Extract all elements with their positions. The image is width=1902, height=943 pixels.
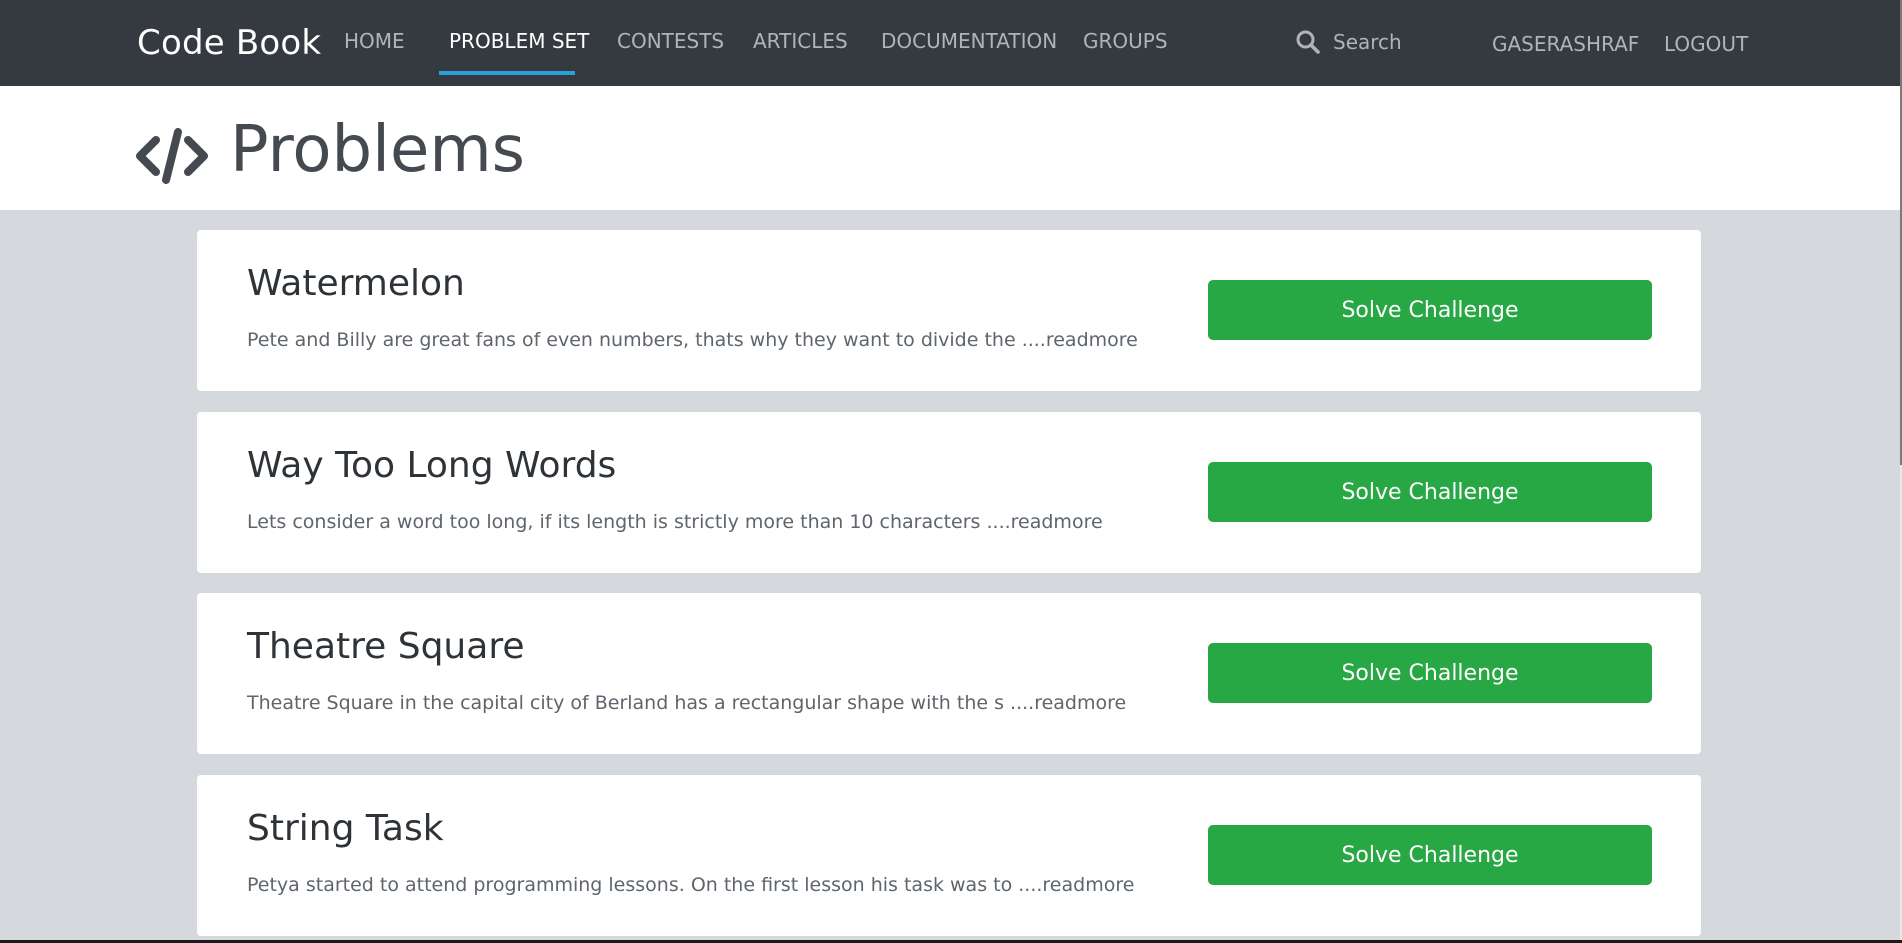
problem-title[interactable]: Theatre Square: [247, 623, 524, 671]
problem-description: Theatre Square in the capital city of Be…: [247, 689, 1126, 717]
problem-title[interactable]: Way Too Long Words: [247, 442, 616, 490]
brand-logo[interactable]: Code Book: [137, 20, 321, 66]
user-profile-link[interactable]: GASERASHRAF: [1492, 29, 1639, 59]
nav-problem-set[interactable]: PROBLEM SET: [449, 26, 589, 56]
description-text: Petya started to attend programming less…: [247, 874, 1019, 896]
description-text: Theatre Square in the capital city of Be…: [247, 692, 1011, 714]
nav-home[interactable]: HOME: [344, 26, 405, 56]
readmore-link[interactable]: ....readmore: [986, 511, 1102, 533]
active-tab-indicator: [439, 71, 575, 75]
problem-description: Lets consider a word too long, if its le…: [247, 508, 1103, 536]
solve-challenge-button[interactable]: Solve Challenge: [1208, 280, 1652, 340]
problem-description: Petya started to attend programming less…: [247, 871, 1134, 899]
nav-groups[interactable]: GROUPS: [1083, 26, 1168, 56]
nav-documentation[interactable]: DOCUMENTATION: [881, 26, 1057, 56]
code-icon: [134, 128, 210, 184]
readmore-link[interactable]: ....readmore: [1010, 692, 1126, 714]
problem-card: Theatre Square Theatre Square in the cap…: [197, 593, 1701, 754]
solve-challenge-button[interactable]: Solve Challenge: [1208, 462, 1652, 522]
problem-title[interactable]: String Task: [247, 805, 444, 853]
logout-link[interactable]: LOGOUT: [1664, 29, 1748, 59]
search-icon[interactable]: [1295, 29, 1321, 55]
problem-description: Pete and Billy are great fans of even nu…: [247, 326, 1138, 354]
description-text: Lets consider a word too long, if its le…: [247, 511, 987, 533]
page-title: Problems: [230, 113, 525, 187]
solve-challenge-button[interactable]: Solve Challenge: [1208, 643, 1652, 703]
nav-contests[interactable]: CONTESTS: [617, 26, 724, 56]
problem-card: Way Too Long Words Lets consider a word …: [197, 412, 1701, 573]
nav-articles[interactable]: ARTICLES: [753, 26, 848, 56]
problem-title[interactable]: Watermelon: [247, 260, 465, 308]
problem-card: Watermelon Pete and Billy are great fans…: [197, 230, 1701, 391]
readmore-link[interactable]: ....readmore: [1022, 329, 1138, 351]
solve-challenge-button[interactable]: Solve Challenge: [1208, 825, 1652, 885]
viewport: Code Book HOME PROBLEM SET CONTESTS ARTI…: [0, 0, 1900, 940]
readmore-link[interactable]: ....readmore: [1018, 874, 1134, 896]
problem-card: String Task Petya started to attend prog…: [197, 775, 1701, 936]
search-input[interactable]: [1333, 24, 1463, 60]
description-text: Pete and Billy are great fans of even nu…: [247, 329, 1022, 351]
top-navbar: Code Book HOME PROBLEM SET CONTESTS ARTI…: [0, 0, 1900, 86]
